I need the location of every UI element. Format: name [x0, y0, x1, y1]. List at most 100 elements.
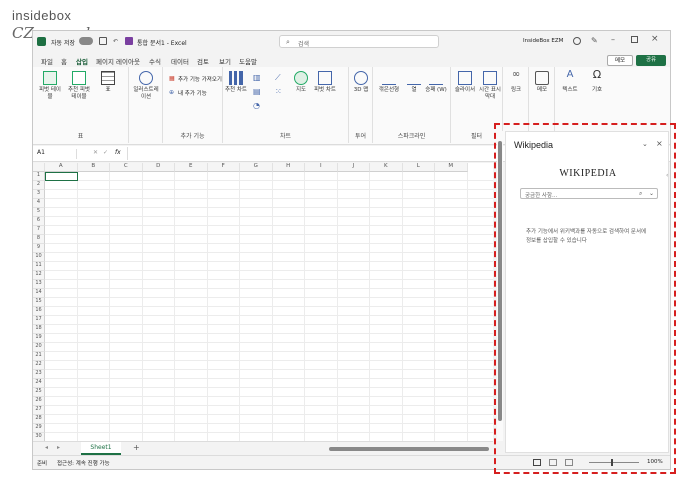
column-header[interactable]: J [337, 163, 370, 172]
tab-view[interactable]: 보기 [219, 56, 231, 66]
column-header[interactable]: M [435, 163, 468, 172]
memo-button[interactable]: 메모 [607, 55, 633, 66]
row-header[interactable]: 19 [33, 334, 45, 343]
spreadsheet-grid[interactable]: A B C D E F G H I J K L M 1 2 3 4 5 6 7 8 9 10 11 12 13 14 15 16 17 18… [33, 163, 493, 441]
tab-review[interactable]: 검토 [197, 56, 209, 66]
timeline-button[interactable]: 시간 표시 막대 [478, 71, 502, 101]
bar-chart-icon[interactable]: ▤ [253, 87, 261, 96]
pivot-chart-button[interactable]: 피벗 차트 [313, 71, 337, 94]
row-header[interactable]: 25 [33, 388, 45, 397]
pen-icon[interactable]: ✎ [591, 36, 598, 45]
table-button[interactable]: 표 [95, 71, 121, 94]
row-header[interactable]: 14 [33, 289, 45, 298]
column-header[interactable]: H [272, 163, 305, 172]
row-header[interactable]: 16 [33, 307, 45, 316]
accessibility-status[interactable]: 접근성: 계속 진행 가능 [57, 459, 110, 467]
row-header[interactable]: 29 [33, 424, 45, 433]
row-header[interactable]: 21 [33, 352, 45, 361]
row-header[interactable]: 13 [33, 280, 45, 289]
map3d-button[interactable]: 3D 맵 [351, 71, 371, 94]
column-header[interactable]: G [240, 163, 273, 172]
row-header[interactable]: 5 [33, 208, 45, 217]
close-icon[interactable]: × [651, 34, 659, 44]
row-header[interactable]: 7 [33, 226, 45, 235]
row-header[interactable]: 4 [33, 199, 45, 208]
column-chart-icon[interactable]: ▥ [253, 73, 261, 82]
tab-data[interactable]: 데이터 [171, 56, 189, 66]
row-header[interactable]: 2 [33, 181, 45, 190]
scatter-chart-icon[interactable]: ⁙ [275, 87, 282, 96]
pivot-table-button[interactable]: 피벗 테이블 [37, 71, 63, 101]
link-button[interactable]: ∞ 링크 [505, 70, 527, 94]
row-header[interactable]: 6 [33, 217, 45, 226]
row-header[interactable]: 12 [33, 271, 45, 280]
sheet-tab[interactable]: Sheet1 [81, 442, 121, 455]
row-header[interactable]: 23 [33, 370, 45, 379]
tab-help[interactable]: 도움말 [239, 56, 257, 66]
illustrations-button[interactable]: 일러스트레이션 [131, 71, 161, 101]
row-header[interactable]: 3 [33, 190, 45, 199]
line-chart-icon[interactable]: ⟋ [275, 73, 281, 83]
select-all-corner[interactable] [33, 163, 45, 172]
recommended-pivot-button[interactable]: 추천 피벗 테이블 [65, 71, 93, 101]
active-cell[interactable] [45, 172, 78, 181]
row-header[interactable]: 26 [33, 397, 45, 406]
search-box[interactable]: ⌕ 검색 [279, 35, 439, 48]
minimize-icon[interactable]: – [611, 35, 615, 44]
add-sheet-button[interactable]: + [133, 443, 140, 452]
row-header[interactable]: 15 [33, 298, 45, 307]
user-name[interactable]: InsideBox EZM [523, 38, 563, 44]
row-header[interactable]: 1 [33, 172, 45, 181]
fx-icon[interactable]: fx [115, 149, 121, 156]
column-header[interactable]: A [45, 163, 78, 172]
sparkline-winloss-button[interactable]: 승패 (W) [425, 71, 447, 94]
name-box[interactable]: A1 [37, 149, 77, 159]
row-header[interactable]: 24 [33, 379, 45, 388]
sparkline-column-button[interactable]: 열 [405, 71, 423, 94]
sparkline-line-button[interactable]: 꺾은선형 [375, 71, 403, 94]
save-icon[interactable] [99, 37, 107, 45]
cancel-icon[interactable]: ✕ [93, 149, 98, 156]
row-header[interactable]: 18 [33, 325, 45, 334]
pie-chart-icon[interactable]: ◔ [253, 101, 260, 110]
avatar[interactable] [573, 37, 581, 45]
column-header[interactable]: D [142, 163, 175, 172]
symbol-button[interactable]: Ω 기호 [587, 69, 607, 94]
tab-page-layout[interactable]: 페이지 레이아웃 [96, 56, 140, 66]
maximize-icon[interactable] [631, 36, 638, 43]
row-header[interactable]: 8 [33, 235, 45, 244]
tab-formulas[interactable]: 수식 [149, 56, 161, 66]
tab-file[interactable]: 파일 [41, 56, 53, 66]
column-header[interactable]: F [207, 163, 240, 172]
column-header[interactable]: L [402, 163, 435, 172]
column-header[interactable]: E [175, 163, 208, 172]
row-header[interactable]: 17 [33, 316, 45, 325]
undo-icon[interactable]: ↶ [113, 38, 118, 45]
column-header[interactable]: C [110, 163, 143, 172]
text-button[interactable]: A 텍스트 [557, 70, 583, 94]
enter-icon[interactable]: ✓ [103, 149, 108, 156]
row-header[interactable]: 30 [33, 433, 45, 441]
row-header[interactable]: 9 [33, 244, 45, 253]
row-header[interactable]: 27 [33, 406, 45, 415]
share-button[interactable]: 공유 [636, 55, 666, 66]
recommended-charts-button[interactable]: 추천 차트 [225, 71, 247, 94]
horizontal-scrollbar[interactable] [329, 447, 489, 451]
get-addins-button[interactable]: 추가 기능 가져오기 [178, 75, 222, 83]
autosave-toggle[interactable] [79, 37, 93, 45]
row-header[interactable]: 22 [33, 361, 45, 370]
row-header[interactable]: 20 [33, 343, 45, 352]
row-header[interactable]: 28 [33, 415, 45, 424]
comment-button[interactable]: 메모 [531, 71, 553, 94]
slicer-button[interactable]: 슬라이서 [453, 71, 477, 94]
column-header[interactable]: K [370, 163, 403, 172]
column-header[interactable]: B [77, 163, 110, 172]
column-header[interactable]: I [305, 163, 338, 172]
tab-home[interactable]: 홈 [61, 56, 67, 66]
maps-button[interactable]: 지도 [291, 71, 311, 94]
row-header[interactable]: 11 [33, 262, 45, 271]
row-header[interactable]: 10 [33, 253, 45, 262]
next-sheet-icon[interactable]: ▸ [57, 444, 60, 451]
my-addins-button[interactable]: 내 추가 기능 [178, 89, 207, 97]
prev-sheet-icon[interactable]: ◂ [45, 444, 48, 451]
